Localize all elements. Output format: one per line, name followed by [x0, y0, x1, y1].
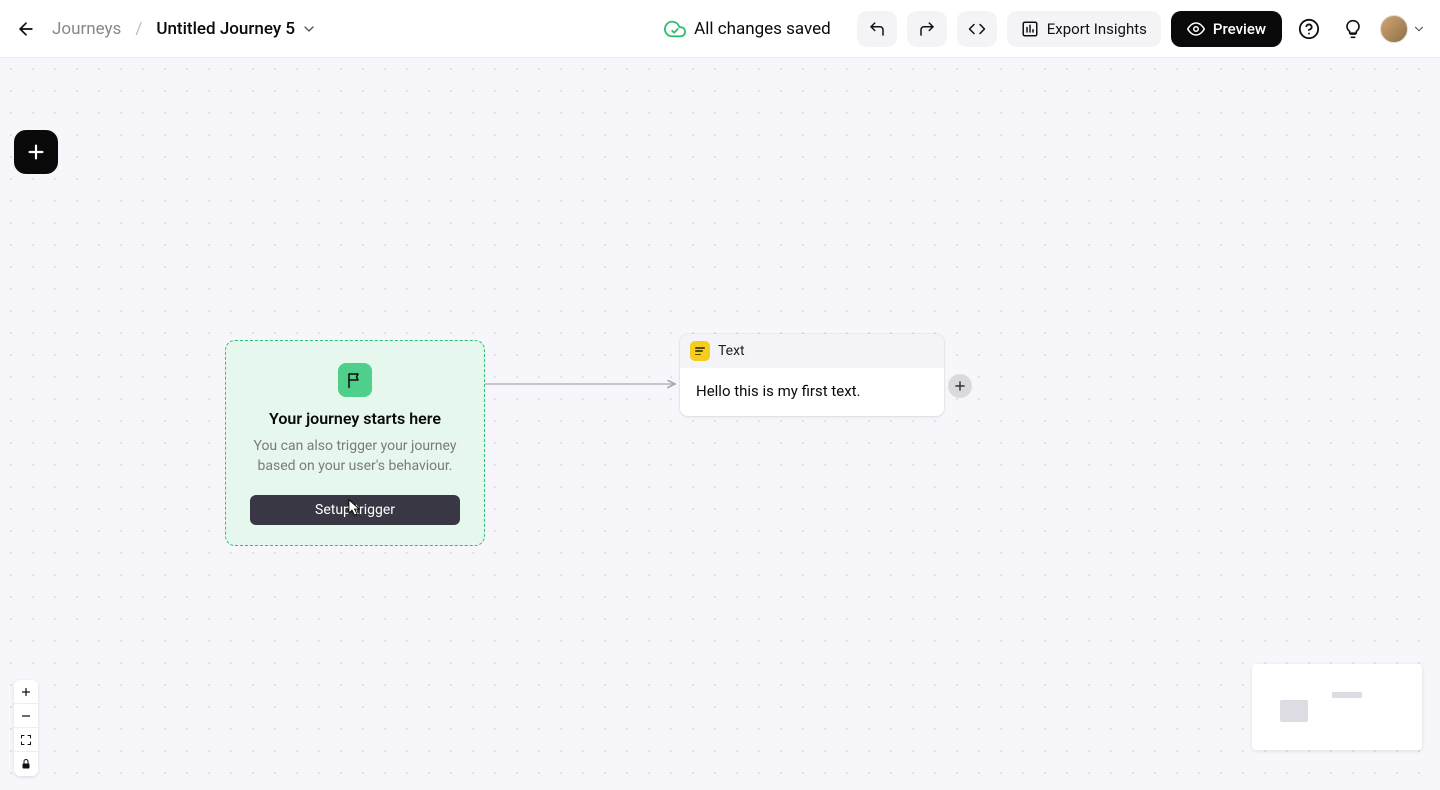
chart-icon: [1021, 20, 1039, 38]
zoom-out-icon: [20, 710, 32, 722]
lock-icon: [20, 758, 32, 770]
setup-trigger-button[interactable]: Setup trigger: [250, 495, 460, 525]
eye-icon: [1187, 20, 1205, 38]
start-card-title: Your journey starts here: [269, 409, 441, 428]
lock-canvas-button[interactable]: [14, 752, 38, 776]
help-icon: [1298, 18, 1320, 40]
flag-badge: [338, 363, 372, 397]
lightbulb-icon: [1343, 19, 1363, 39]
zoom-in-icon: [20, 686, 32, 698]
breadcrumb-current[interactable]: Untitled Journey 5: [156, 19, 317, 39]
breadcrumb-separator: /: [135, 19, 142, 39]
node-connector: [485, 374, 685, 394]
text-node-content: Hello this is my first text.: [680, 368, 944, 416]
breadcrumb: Journeys / Untitled Journey 5: [52, 19, 317, 39]
export-insights-label: Export Insights: [1047, 20, 1147, 38]
code-icon: [968, 20, 986, 38]
fit-screen-button[interactable]: [14, 728, 38, 752]
canvas[interactable]: Your journey starts here You can also tr…: [0, 58, 1440, 790]
header-right: All changes saved Export Insights Previe…: [664, 11, 1426, 47]
save-status-text: All changes saved: [694, 19, 831, 39]
minimap-text-node: [1332, 692, 1362, 698]
breadcrumb-root[interactable]: Journeys: [52, 19, 121, 39]
export-insights-button[interactable]: Export Insights: [1007, 11, 1161, 47]
app-header: Journeys / Untitled Journey 5 All change…: [0, 0, 1440, 58]
minimap[interactable]: [1252, 664, 1422, 750]
chevron-down-icon: [301, 21, 317, 37]
journey-start-card[interactable]: Your journey starts here You can also tr…: [225, 340, 485, 546]
plus-icon: [953, 379, 967, 393]
help-button[interactable]: [1292, 12, 1326, 46]
back-button[interactable]: [14, 17, 38, 41]
chevron-down-icon: [1412, 22, 1426, 36]
redo-icon: [918, 20, 936, 38]
plus-icon: [25, 141, 47, 163]
zoom-out-button[interactable]: [14, 704, 38, 728]
minimap-start-node: [1280, 700, 1308, 722]
header-left: Journeys / Untitled Journey 5: [14, 17, 317, 41]
zoom-controls: [14, 680, 38, 776]
user-menu[interactable]: [1380, 15, 1426, 43]
add-next-node-button[interactable]: [948, 374, 972, 398]
undo-icon: [868, 20, 886, 38]
start-card-subtitle: You can also trigger your journey based …: [242, 436, 468, 477]
cloud-check-icon: [664, 18, 686, 40]
text-node[interactable]: Text Hello this is my first text.: [680, 334, 944, 416]
back-arrow-icon: [16, 19, 36, 39]
text-block-icon: [690, 341, 710, 361]
redo-button[interactable]: [907, 11, 947, 47]
hints-button[interactable]: [1336, 12, 1370, 46]
undo-button[interactable]: [857, 11, 897, 47]
save-status: All changes saved: [664, 18, 831, 40]
fit-screen-icon: [20, 734, 32, 746]
text-node-header: Text: [680, 334, 944, 368]
add-node-button[interactable]: [14, 130, 58, 174]
zoom-in-button[interactable]: [14, 680, 38, 704]
preview-label: Preview: [1213, 20, 1266, 38]
text-node-label: Text: [718, 343, 745, 359]
journey-title: Untitled Journey 5: [156, 19, 295, 39]
avatar: [1380, 15, 1408, 43]
flag-icon: [346, 371, 364, 389]
code-button[interactable]: [957, 11, 997, 47]
preview-button[interactable]: Preview: [1171, 11, 1282, 47]
